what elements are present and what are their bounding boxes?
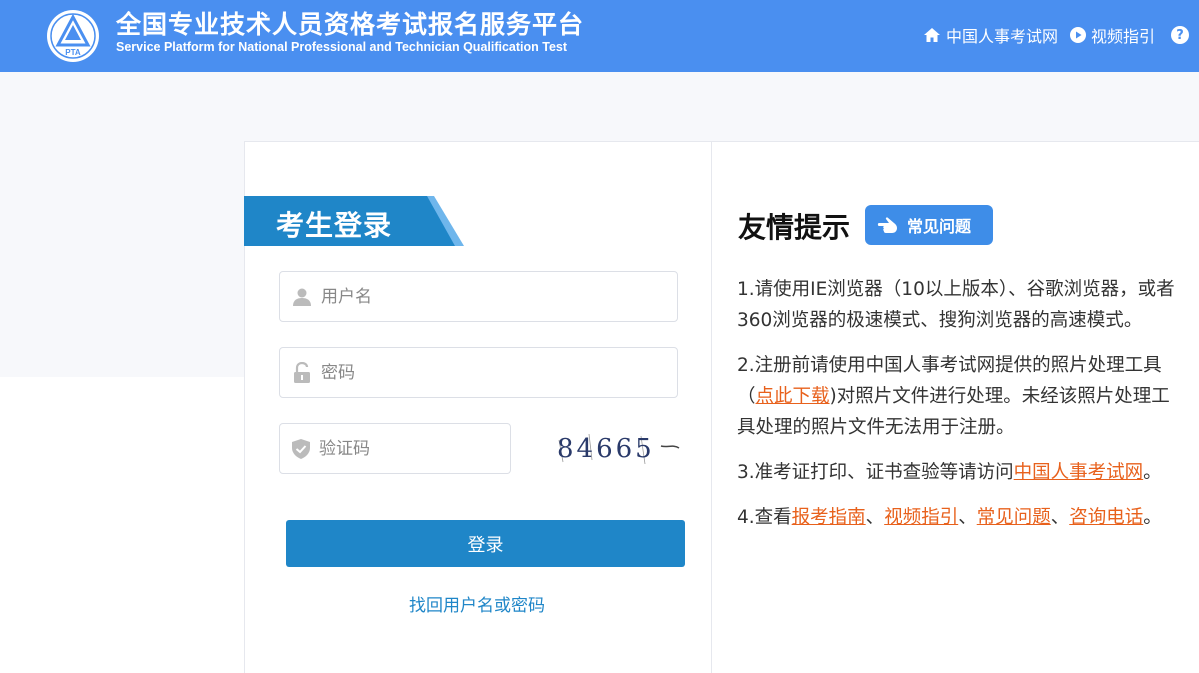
home-icon (923, 28, 940, 42)
main-card: 考生登录 84665 登录 找回用户名或密码 友情提示 常见问题 (244, 141, 1199, 673)
username-input[interactable] (313, 272, 677, 321)
home-link-label: 中国人事考试网 (945, 27, 1058, 46)
tip4-separator: 、 (1050, 507, 1070, 528)
tip3-text-post: 。 (1143, 462, 1162, 483)
video-guide-link[interactable]: 视频指引 (1069, 23, 1155, 47)
captcha-field[interactable] (279, 423, 538, 474)
site-title: 全国专业技术人员资格考试报名服务平台 (116, 10, 585, 39)
hotline-link[interactable]: 咨询电话 (1069, 507, 1143, 528)
site-subtitle: Service Platform for National Profession… (116, 40, 568, 54)
forgot-credentials-link[interactable]: 找回用户名或密码 (409, 591, 545, 616)
video-guide-tip-link[interactable]: 视频指引 (884, 507, 958, 528)
captcha-input[interactable] (311, 424, 538, 473)
download-tool-link[interactable]: 点此下载 (756, 386, 830, 407)
tips-title: 友情提示 (738, 211, 851, 244)
faq-badge[interactable]: 常见问题 (865, 205, 993, 245)
top-header: PTA 全国专业技术人员资格考试报名服务平台 Service Platform … (0, 0, 1199, 72)
play-icon (1069, 27, 1086, 43)
card-divider (711, 142, 712, 673)
help-icon[interactable]: ? (1171, 26, 1189, 44)
shield-check-icon (291, 438, 311, 460)
tip1-text: 1.请使用IE浏览器（10以上版本）、谷歌浏览器，或者360浏览器的极速模式、搜… (737, 279, 1175, 331)
cpta-site-link[interactable]: 中国人事考试网 (1014, 462, 1144, 483)
logo-text: PTA (65, 48, 81, 57)
password-field[interactable] (279, 347, 678, 398)
tip-item: 3.准考证打印、证书查验等请访问中国人事考试网。 (737, 457, 1184, 488)
exam-guide-link[interactable]: 报考指南 (792, 507, 866, 528)
captcha-image[interactable]: 84665 (549, 422, 681, 474)
captcha-code: 84665 (557, 434, 655, 464)
pta-logo-icon: PTA (47, 10, 99, 62)
lock-icon (291, 361, 313, 384)
tip-item: 4.查看报考指南、视频指引、常见问题、咨询电话。 (737, 502, 1184, 533)
faq-badge-label: 常见问题 (907, 217, 972, 236)
home-link[interactable]: 中国人事考试网 (923, 23, 1058, 47)
login-banner: 考生登录 (244, 196, 466, 246)
user-icon (291, 286, 313, 308)
tip-item: 1.请使用IE浏览器（10以上版本）、谷歌浏览器，或者360浏览器的极速模式、搜… (737, 274, 1184, 336)
header-links: 中国人事考试网 视频指引 ? (923, 22, 1189, 48)
faq-tip-link[interactable]: 常见问题 (977, 507, 1051, 528)
tips-list: 1.请使用IE浏览器（10以上版本）、谷歌浏览器，或者360浏览器的极速模式、搜… (737, 274, 1184, 547)
tip3-text-pre: 3.准考证打印、证书查验等请访问 (737, 462, 1014, 483)
tip4-separator: 、 (958, 507, 977, 528)
username-field[interactable] (279, 271, 678, 322)
tip-item: 2.注册前请使用中国人事考试网提供的照片处理工具（点此下载)对照片文件进行处理。… (737, 350, 1184, 443)
login-title: 考生登录 (276, 209, 393, 242)
pointing-hand-icon (877, 217, 897, 233)
tip4-separator: 、 (865, 507, 885, 528)
tip4-text-pre: 4.查看 (737, 507, 792, 528)
password-input[interactable] (313, 348, 677, 397)
video-guide-label: 视频指引 (1090, 27, 1155, 46)
login-button[interactable]: 登录 (286, 520, 685, 567)
tip4-text-post: 。 (1143, 507, 1162, 528)
